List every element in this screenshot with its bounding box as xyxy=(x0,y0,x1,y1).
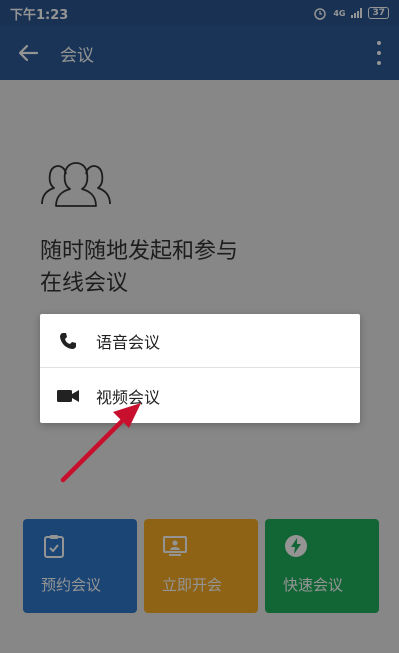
voice-meeting-label: 语音会议 xyxy=(96,332,161,352)
voice-meeting-option[interactable]: 语音会议 xyxy=(40,314,360,368)
red-annotation-arrow-icon xyxy=(60,403,141,483)
phone-icon xyxy=(40,314,96,368)
